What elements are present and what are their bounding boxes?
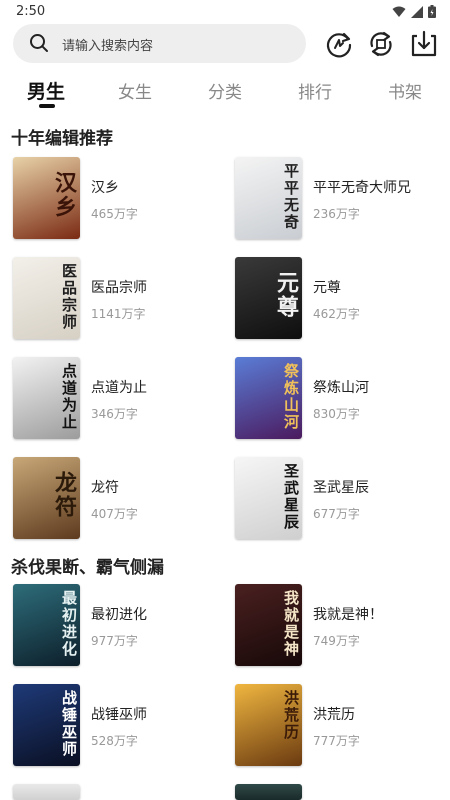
book-cover: 医品宗师 [13, 257, 80, 339]
book-item[interactable]: 最初进化 最初进化 977万字 [13, 584, 228, 666]
cover-title: 圣武星辰 [282, 463, 300, 531]
book-item[interactable]: 点道为止 点道为止 346万字 [13, 357, 228, 439]
cover-title: 龙符 [51, 471, 77, 519]
cover-title: 平平无奇 [282, 163, 300, 231]
status-time: 2:50 [16, 4, 46, 19]
search-placeholder: 请输入搜索内容 [62, 39, 154, 54]
signal-icon [411, 5, 423, 18]
tab-ranking[interactable]: 排行 [298, 78, 332, 103]
book-name: 祭炼山河 [313, 380, 369, 396]
book-cover: 元尊 [235, 257, 302, 339]
book-name: 最初进化 [91, 607, 147, 623]
cover-title: 点道为止 [60, 363, 78, 431]
word-count: 830万字 [313, 407, 360, 421]
book-item[interactable]: 祭炼山河 祭炼山河 830万字 [235, 357, 450, 439]
book-cover: 龙符 [13, 457, 80, 539]
book-item[interactable]: 元尊 元尊 462万字 [235, 257, 450, 339]
cover-title: 我就是神 [282, 590, 300, 658]
book-cover: 战锤巫师 [13, 684, 80, 766]
book-name: 汉乡 [91, 180, 119, 196]
download-button[interactable] [409, 29, 439, 59]
book-item[interactable]: 平平无奇 平平无奇大师兄 236万字 [235, 157, 450, 239]
search-icon [30, 34, 48, 52]
word-count: 346万字 [91, 407, 138, 421]
status-bar: 2:50 [0, 0, 450, 24]
category-tabs: 男生 女生 分类 排行 书架 [0, 74, 450, 108]
book-name: 我就是神！ [313, 607, 383, 623]
book-item[interactable]: 龙符 龙符 407万字 [13, 457, 228, 539]
word-count: 528万字 [91, 734, 138, 748]
section-title: 十年编辑推荐 [11, 129, 113, 149]
refresh-button[interactable] [324, 29, 354, 59]
cover-title: 最初进化 [60, 590, 78, 658]
book-cover[interactable] [13, 784, 80, 800]
cover-title: 医品宗师 [60, 263, 78, 331]
book-cover: 最初进化 [13, 584, 80, 666]
search-input[interactable]: 请输入搜索内容 [13, 24, 306, 63]
book-name: 医品宗师 [91, 280, 147, 296]
book-item[interactable]: 我就是神 我就是神！ 749万字 [235, 584, 450, 666]
word-count: 407万字 [91, 507, 138, 521]
section-title: 杀伐果断、霸气侧漏 [11, 558, 164, 578]
book-item[interactable]: 圣武星辰 圣武星辰 677万字 [235, 457, 450, 539]
tab-female[interactable]: 女生 [118, 78, 152, 103]
search-row: 请输入搜索内容 [0, 24, 450, 64]
book-cover: 洪荒历 [235, 684, 302, 766]
sync-button[interactable] [366, 29, 396, 59]
book-name: 平平无奇大师兄 [313, 180, 411, 196]
word-count: 236万字 [313, 207, 360, 221]
book-cover: 圣武星辰 [235, 457, 302, 539]
word-count: 749万字 [313, 634, 360, 648]
word-count: 1141万字 [91, 307, 146, 321]
cover-title: 洪荒历 [282, 690, 300, 741]
word-count: 777万字 [313, 734, 360, 748]
book-item[interactable]: 汉乡 汉乡 465万字 [13, 157, 228, 239]
tab-male[interactable]: 男生 [27, 77, 65, 104]
book-cover[interactable] [235, 784, 302, 800]
book-cover: 点道为止 [13, 357, 80, 439]
word-count: 977万字 [91, 634, 138, 648]
book-name: 战锤巫师 [91, 707, 147, 723]
battery-icon [428, 5, 436, 18]
book-item[interactable]: 医品宗师 医品宗师 1141万字 [13, 257, 228, 339]
tab-bookshelf[interactable]: 书架 [388, 78, 422, 103]
tab-category[interactable]: 分类 [208, 78, 242, 103]
book-item[interactable]: 战锤巫师 战锤巫师 528万字 [13, 684, 228, 766]
book-name: 元尊 [313, 280, 341, 296]
book-cover: 祭炼山河 [235, 357, 302, 439]
book-item[interactable]: 洪荒历 洪荒历 777万字 [235, 684, 450, 766]
cover-title: 元尊 [273, 271, 299, 319]
book-name: 点道为止 [91, 380, 147, 396]
book-name: 圣武星辰 [313, 480, 369, 496]
word-count: 462万字 [313, 307, 360, 321]
book-name: 洪荒历 [313, 707, 355, 723]
status-icons [392, 5, 436, 18]
book-name: 龙符 [91, 480, 119, 496]
cover-title: 祭炼山河 [282, 363, 300, 431]
cover-title: 战锤巫师 [60, 690, 78, 758]
book-cover: 我就是神 [235, 584, 302, 666]
word-count: 465万字 [91, 207, 138, 221]
word-count: 677万字 [313, 507, 360, 521]
tab-indicator [39, 104, 55, 108]
book-cover: 汉乡 [13, 157, 80, 239]
wifi-icon [392, 6, 406, 17]
book-cover: 平平无奇 [235, 157, 302, 239]
cover-title: 汉乡 [51, 171, 77, 219]
